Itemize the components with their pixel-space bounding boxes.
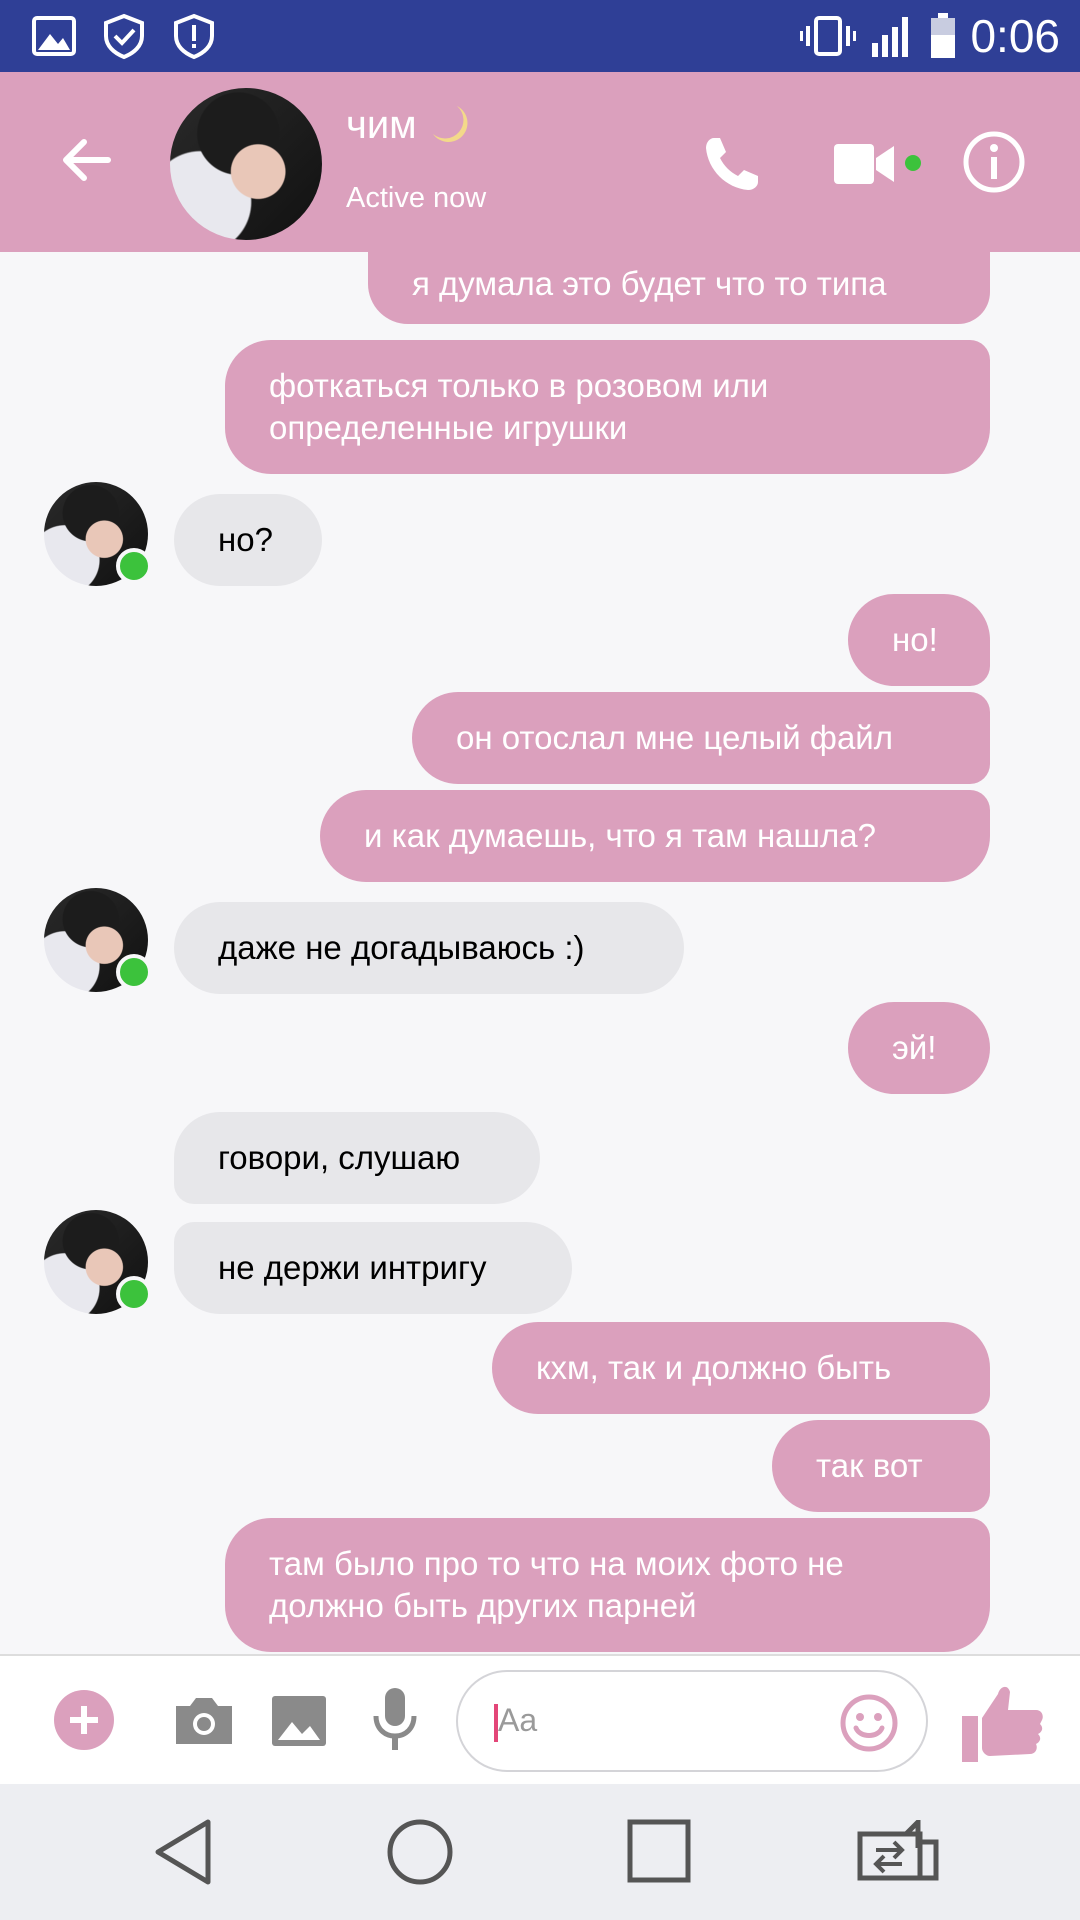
moon-emoji-icon (432, 106, 468, 142)
message-bubble-outgoing[interactable]: и как думаешь, что я там нашла? (320, 790, 990, 882)
message-bubble-outgoing[interactable]: эй! (848, 1002, 990, 1094)
message-text: но! (892, 621, 938, 658)
gallery-icon[interactable] (270, 1694, 328, 1748)
signal-icon (872, 17, 909, 57)
vibrate-icon (800, 16, 857, 56)
message-text: но? (218, 521, 273, 558)
image-icon (32, 16, 76, 56)
back-arrow-icon[interactable] (56, 130, 116, 190)
message-bubble-outgoing[interactable]: фоткаться только в розовом или определен… (225, 340, 990, 474)
contact-avatar-small[interactable] (44, 1210, 152, 1314)
message-bubble-incoming[interactable]: говори, слушаю (174, 1112, 540, 1204)
message-text: так вот (816, 1447, 923, 1484)
message-composer: Aa (0, 1654, 1080, 1786)
message-bubble-incoming[interactable]: не держи интригу (174, 1222, 572, 1314)
shield-alert-icon (174, 13, 214, 60)
video-available-dot (905, 155, 921, 171)
battery-icon (931, 13, 956, 58)
conversation-header: чим Active now (0, 72, 1080, 252)
message-text: и как думаешь, что я там нашла? (364, 817, 876, 854)
message-text: эй! (892, 1029, 937, 1066)
message-text: я думала это будет что то типа (412, 265, 887, 302)
phone-icon[interactable] (700, 132, 764, 196)
status-bar: 0:06 (0, 0, 1080, 72)
online-indicator (116, 1276, 152, 1312)
active-status: Active now (346, 182, 487, 214)
message-text: он отослал мне целый файл (456, 719, 893, 756)
message-input[interactable]: Aa (456, 1670, 928, 1772)
nav-back-icon[interactable] (150, 1816, 220, 1888)
message-bubble-incoming[interactable]: но? (174, 494, 322, 586)
nav-home-icon[interactable] (386, 1818, 454, 1886)
message-bubble-outgoing[interactable]: так вот (772, 1420, 990, 1512)
online-indicator (116, 954, 152, 990)
info-icon[interactable] (962, 130, 1026, 194)
notification-icons (30, 12, 218, 60)
clock: 0:06 (970, 10, 1060, 62)
message-text: говори, слушаю (218, 1139, 461, 1176)
message-thread[interactable]: я думала это будет что то типа фоткаться… (0, 252, 1080, 1654)
plus-icon[interactable] (54, 1690, 114, 1750)
nav-switch-icon[interactable] (856, 1820, 940, 1882)
message-text: не держи интригу (218, 1249, 487, 1286)
contact-avatar-small[interactable] (44, 888, 152, 992)
emoji-icon[interactable] (840, 1694, 898, 1752)
message-bubble-outgoing[interactable]: но! (848, 594, 990, 686)
message-bubble-outgoing[interactable]: кхм, так и должно быть (492, 1322, 990, 1414)
contact-avatar-small[interactable] (44, 482, 152, 586)
camera-icon[interactable] (172, 1692, 236, 1748)
message-bubble-outgoing[interactable]: там было про то что на моих фото не долж… (225, 1518, 990, 1652)
message-text: даже не догадываюсь :) (218, 929, 585, 966)
contact-name-row[interactable]: чим (346, 102, 473, 148)
message-text: фоткаться только в розовом или определен… (269, 367, 769, 446)
online-indicator (116, 548, 152, 584)
contact-name: чим (346, 102, 417, 147)
microphone-icon[interactable] (370, 1686, 420, 1752)
system-navigation-bar (0, 1784, 1080, 1920)
message-bubble-incoming[interactable]: даже не догадываюсь :) (174, 902, 684, 994)
thumbs-up-icon[interactable] (960, 1680, 1044, 1764)
system-indicators: 0:06 (800, 8, 1060, 64)
contact-avatar[interactable] (170, 88, 322, 240)
message-bubble-outgoing[interactable]: он отослал мне целый файл (412, 692, 990, 784)
message-input-placeholder: Aa (498, 1702, 538, 1738)
message-bubble-outgoing[interactable]: я думала это будет что то типа (368, 252, 990, 324)
video-camera-icon[interactable] (832, 138, 896, 190)
message-text: там было про то что на моих фото не долж… (269, 1545, 844, 1624)
shield-check-icon (104, 13, 144, 60)
nav-recents-icon[interactable] (626, 1818, 692, 1884)
message-text: кхм, так и должно быть (536, 1349, 892, 1386)
